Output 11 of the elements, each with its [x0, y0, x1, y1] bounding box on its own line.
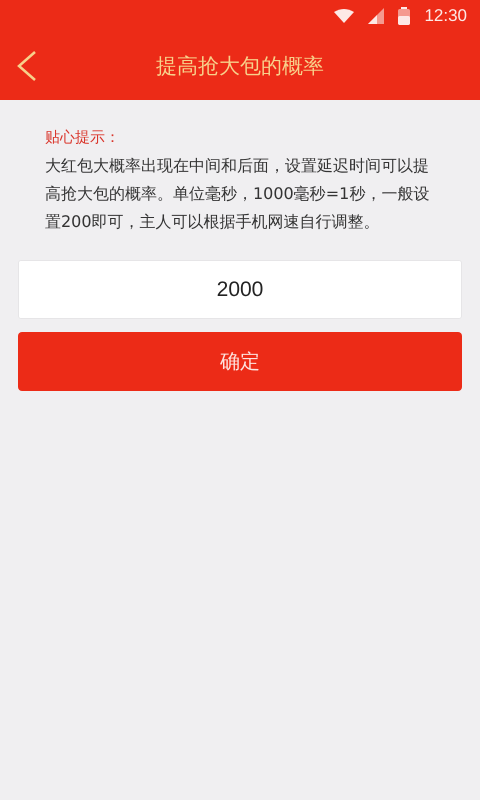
- back-button[interactable]: [16, 50, 38, 82]
- battery-icon: [398, 7, 410, 25]
- page-title: 提高抢大包的概率: [156, 53, 324, 80]
- status-time: 12:30: [424, 6, 467, 26]
- delay-input-field[interactable]: 2000: [18, 260, 462, 319]
- tip-title: 贴心提示：: [45, 127, 121, 148]
- tip-text: 大红包大概率出现在中间和后面，设置延迟时间可以提高抢大包的概率。单位毫秒，1000毫秒=1秒，一般设置200即可，主人可以根据手机网速自行调整。: [45, 155, 430, 233]
- signal-icon: [368, 8, 384, 24]
- back-icon: [16, 50, 38, 82]
- wifi-icon: [334, 9, 354, 23]
- confirm-button[interactable]: 确定: [18, 332, 462, 391]
